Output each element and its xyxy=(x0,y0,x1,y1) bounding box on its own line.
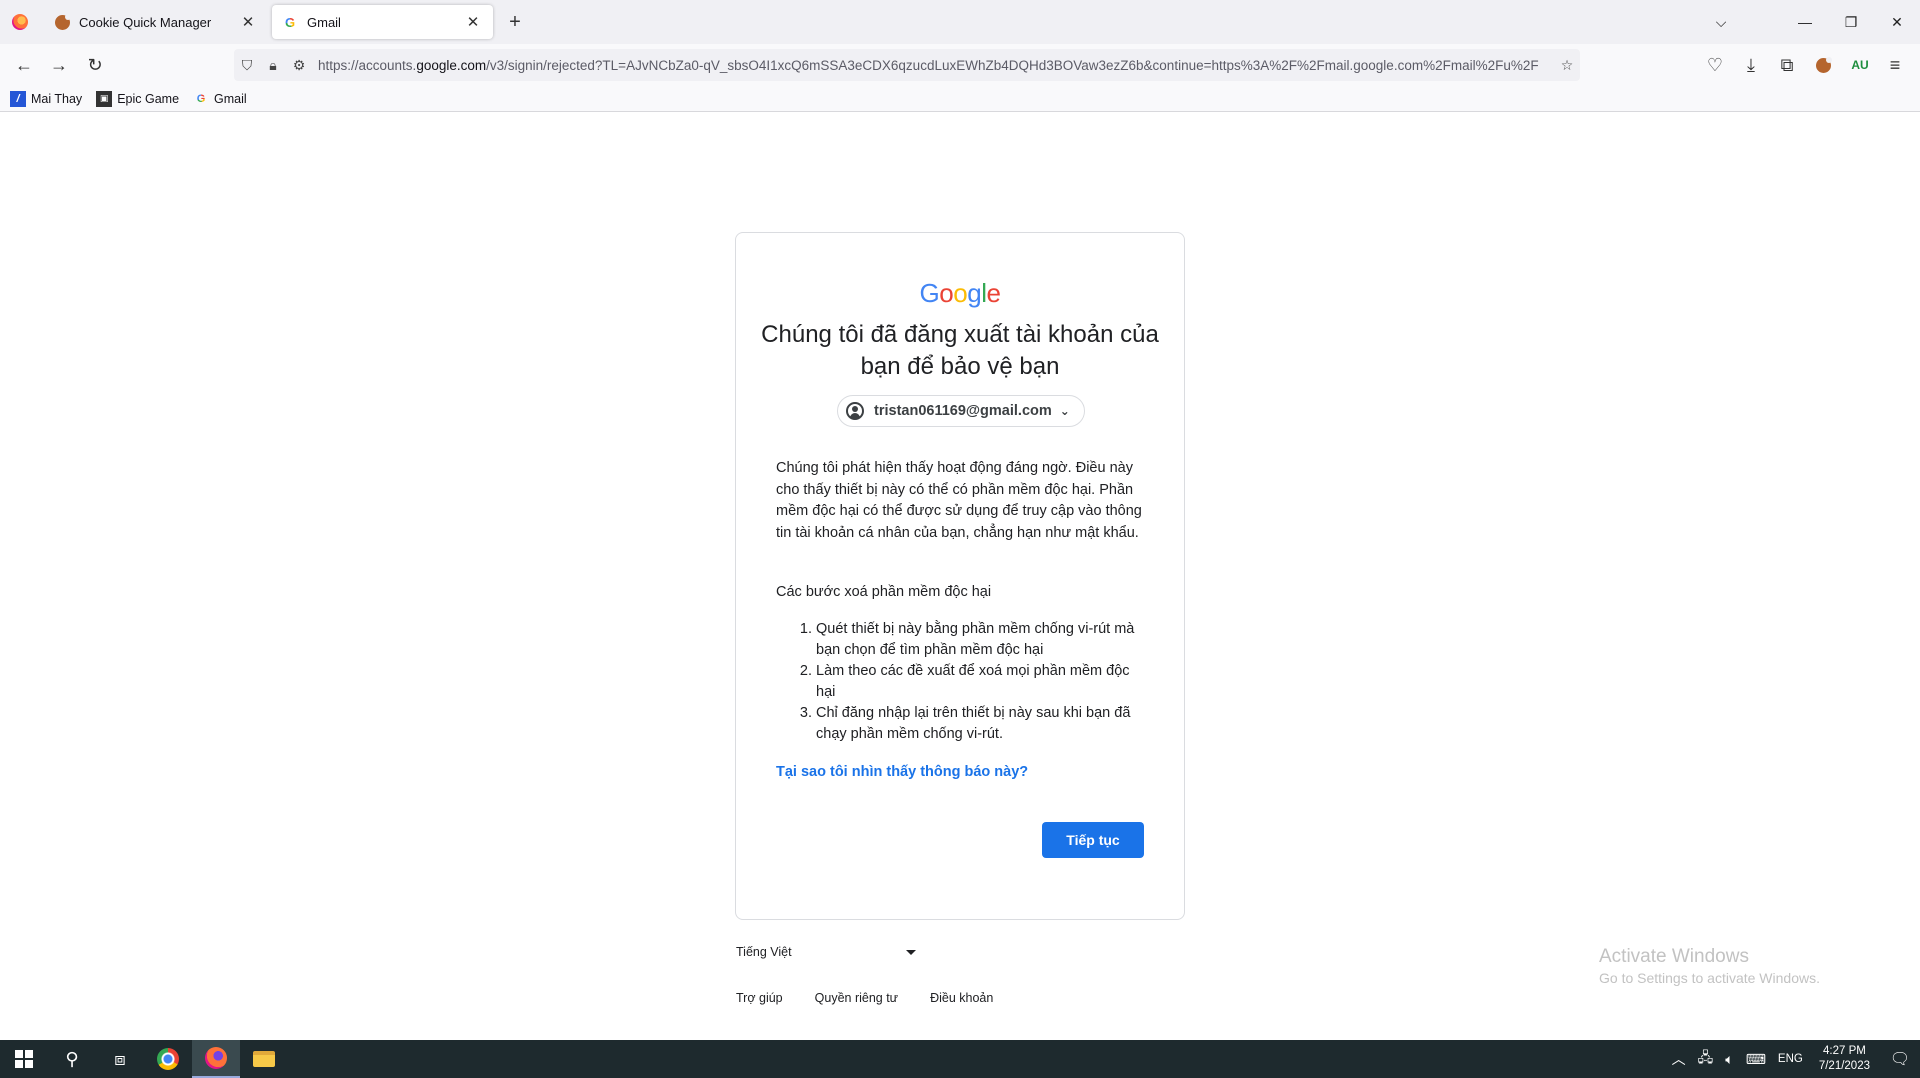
watermark-title: Activate Windows xyxy=(1599,946,1749,967)
lock-icon[interactable]: 🔒︎ xyxy=(260,50,286,80)
bookmark-mai-thay[interactable]: / Mai Thay xyxy=(10,90,83,107)
bookmark-epic-game[interactable]: ▣ Epic Game xyxy=(96,90,180,107)
language-select[interactable]: Tiếng Việt xyxy=(736,941,916,963)
au-extension-icon[interactable]: AU xyxy=(1845,50,1875,80)
page-title: Chúng tôi đã đăng xuất tài khoản của bạn… xyxy=(761,321,1159,380)
google-icon: G xyxy=(282,14,298,30)
close-icon[interactable]: ✕ xyxy=(463,12,483,32)
warning-paragraph: Chúng tôi phát hiện thấy hoạt động đáng … xyxy=(776,460,1142,541)
logo-letter: o xyxy=(939,278,954,308)
permissions-icon[interactable]: ⚙︎ xyxy=(286,50,312,80)
google-logo: Google xyxy=(736,278,1184,309)
notification-icon[interactable]: 🗨︎ xyxy=(1880,1040,1920,1078)
clock-date: 7/21/2023 xyxy=(1818,1060,1870,1072)
footer-links: Trợ giúp Quyền riêng tư Điều khoản xyxy=(736,991,1025,1005)
cookie-icon xyxy=(54,13,71,30)
task-view-icon[interactable]: ⧈ xyxy=(96,1040,144,1078)
tab-gmail[interactable]: G Gmail ✕ xyxy=(272,5,493,39)
url-bar[interactable]: ⛉ 🔒︎ ⚙︎ https://accounts.google.com/v3/s… xyxy=(234,49,1580,81)
logo-letter: o xyxy=(953,278,968,308)
list-item: Chỉ đăng nhập lại trên thiết bị này sau … xyxy=(816,703,1152,745)
continue-button[interactable]: Tiếp tục xyxy=(1042,822,1144,858)
network-icon[interactable]: 🖧︎ xyxy=(1698,1047,1714,1071)
list-tabs-chevron-icon[interactable]: ⌵ xyxy=(1698,0,1744,44)
start-button[interactable] xyxy=(0,1040,48,1078)
chevron-up-icon[interactable]: ︿ xyxy=(1672,1049,1686,1069)
google-icon: G xyxy=(193,91,209,107)
new-tab-button[interactable]: + xyxy=(503,10,527,34)
clock-time: 4:27 PM xyxy=(1823,1045,1866,1057)
clock[interactable]: 4:27 PM 7/21/2023 xyxy=(1819,1044,1870,1074)
volume-icon[interactable]: 🔈︎ xyxy=(1725,1051,1733,1068)
bookmark-label: Mai Thay xyxy=(31,91,83,106)
shield-icon[interactable]: ⛉ xyxy=(234,50,260,80)
firefox-icon xyxy=(205,1047,227,1069)
pocket-icon[interactable]: ♡ xyxy=(1700,50,1730,80)
tab-cookie-quick-manager[interactable]: Cookie Quick Manager ✕ xyxy=(44,5,268,39)
privacy-link[interactable]: Quyền riêng tư xyxy=(815,991,898,1005)
logo-letter: e xyxy=(986,278,1001,308)
minimize-button[interactable]: — xyxy=(1782,0,1828,44)
chevron-down-icon: ⌄ xyxy=(1059,404,1070,418)
signin-card: Google Chúng tôi đã đăng xuất tài khoản … xyxy=(735,232,1185,920)
account-circle-icon xyxy=(846,402,864,420)
firefox-view-button[interactable] xyxy=(8,10,32,34)
reload-icon[interactable]: ↻ xyxy=(80,50,110,80)
downloads-icon[interactable]: ⤓ xyxy=(1736,50,1766,80)
url-text[interactable]: https://accounts.google.com/v3/signin/re… xyxy=(312,58,1554,73)
close-icon[interactable]: ✕ xyxy=(238,12,258,32)
why-am-i-seeing-this-link[interactable]: Tại sao tôi nhìn thấy thông báo này? xyxy=(776,764,1028,780)
steps-list: Quét thiết bị này bằng phần mềm chống vi… xyxy=(776,619,1152,745)
activate-windows-watermark: Activate Windows Go to Settings to activ… xyxy=(1599,946,1820,986)
back-arrow-icon[interactable]: ← xyxy=(9,50,39,80)
system-tray: ︿ 🖧︎ 🔈︎ ⌨︎ ENG 4:27 PM 7/21/2023 🗨︎ xyxy=(1666,1040,1920,1078)
folder-icon xyxy=(253,1051,275,1067)
terms-link[interactable]: Điều khoản xyxy=(930,991,993,1005)
hamburger-menu-icon[interactable]: ≡ xyxy=(1880,50,1910,80)
tab-label: Gmail xyxy=(307,14,341,30)
watermark-subtitle: Go to Settings to activate Windows. xyxy=(1599,970,1820,986)
firefox-taskbar-button[interactable] xyxy=(192,1040,240,1078)
forward-arrow-icon[interactable]: → xyxy=(44,50,74,80)
file-explorer-taskbar-button[interactable] xyxy=(240,1040,288,1078)
keyboard-icon[interactable]: ⌨︎ xyxy=(1746,1051,1766,1068)
help-link[interactable]: Trợ giúp xyxy=(736,991,783,1005)
chrome-icon xyxy=(157,1048,179,1070)
list-item: Làm theo các đề xuất để xoá mọi phần mềm… xyxy=(816,661,1152,703)
restore-button[interactable]: ❐ xyxy=(1828,0,1874,44)
cookie-extension-icon[interactable] xyxy=(1808,50,1838,80)
input-language[interactable]: ENG xyxy=(1778,1053,1803,1065)
taskbar: ⚲ ⧈ ︿ 🖧︎ 🔈︎ ⌨︎ ENG 4:27 PM 7/21/2023 🗨︎ xyxy=(0,1040,1920,1078)
dropdown-arrow-icon xyxy=(906,949,916,955)
logo-letter: G xyxy=(919,278,940,308)
bookmark-star-icon[interactable]: ☆ xyxy=(1554,50,1580,80)
logo-letter: g xyxy=(967,278,982,308)
epic-game-icon: ▣ xyxy=(96,90,113,107)
list-item: Quét thiết bị này bằng phần mềm chống vi… xyxy=(816,619,1152,661)
tab-label: Cookie Quick Manager xyxy=(79,14,212,30)
firefox-icon xyxy=(12,14,28,30)
account-chip[interactable]: tristan061169@gmail.com ⌄ xyxy=(837,395,1085,427)
mai-thay-icon: / xyxy=(10,90,26,107)
bookmark-gmail[interactable]: G Gmail xyxy=(193,91,247,107)
bookmark-label: Gmail xyxy=(214,91,247,106)
search-icon[interactable]: ⚲ xyxy=(48,1040,96,1078)
windows-icon xyxy=(15,1050,33,1068)
bookmark-label: Epic Game xyxy=(117,91,180,106)
language-label: Tiếng Việt xyxy=(736,945,792,959)
chrome-taskbar-button[interactable] xyxy=(144,1040,192,1078)
extensions-icon[interactable]: ⧉ xyxy=(1772,50,1802,80)
close-window-button[interactable]: ✕ xyxy=(1874,0,1920,44)
account-email: tristan061169@gmail.com xyxy=(874,403,1052,419)
bookmarks-toolbar: / Mai Thay ▣ Epic Game G Gmail xyxy=(0,86,1920,112)
steps-title: Các bước xoá phần mềm độc hại xyxy=(776,584,992,600)
navigation-toolbar: ← → ↻ ⛉ 🔒︎ ⚙︎ https://accounts.google.co… xyxy=(0,44,1920,86)
tab-strip: Cookie Quick Manager ✕ G Gmail ✕ + ⌵ — ❐… xyxy=(0,0,1920,44)
